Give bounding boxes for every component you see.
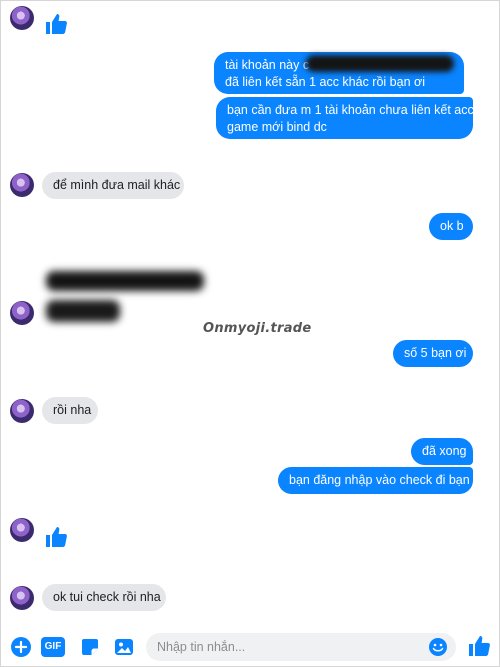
message-composer: GIF <box>0 630 500 667</box>
message-outgoing: bạn đăng nhập vào check đi bạn <box>278 467 473 494</box>
thumbs-up-icon <box>46 14 67 34</box>
message-text: game mới bind dc <box>227 120 327 134</box>
contact-avatar <box>10 173 34 197</box>
watermark: Onmyoji.trade <box>203 321 312 336</box>
contact-avatar <box>10 301 34 325</box>
redacted-text <box>306 55 454 72</box>
message-incoming: để mình đưa mail khác <box>42 172 184 199</box>
message-outgoing: ok b <box>429 213 473 240</box>
message-outgoing: bạn cần đưa m 1 tài khoản chưa liên kết … <box>216 97 474 139</box>
contact-avatar <box>10 518 34 542</box>
redacted-message <box>46 300 120 322</box>
like-button-icon[interactable] <box>467 634 491 658</box>
contact-avatar <box>10 586 34 610</box>
contact-avatar <box>10 6 34 30</box>
message-incoming: rồi nha <box>42 397 98 424</box>
redacted-message <box>46 271 204 291</box>
emoji-icon[interactable] <box>428 637 448 657</box>
image-icon[interactable] <box>113 636 135 658</box>
contact-avatar <box>10 399 34 423</box>
sticker-icon[interactable] <box>79 636 101 658</box>
message-incoming: ok tui check rồi nha <box>42 584 166 611</box>
gif-button[interactable]: GIF <box>41 637 65 657</box>
add-icon[interactable] <box>10 636 32 658</box>
message-outgoing: đã xong <box>411 438 473 465</box>
message-text: đã liên kết sẵn 1 acc khác rồi bạn ơi <box>225 75 425 89</box>
message-text: bạn cần đưa m 1 tài khoản chưa liên kết … <box>227 103 474 117</box>
message-input[interactable] <box>146 633 456 661</box>
thumbs-up-icon <box>46 527 67 547</box>
message-outgoing: số 5 bạn ơi <box>393 340 473 367</box>
